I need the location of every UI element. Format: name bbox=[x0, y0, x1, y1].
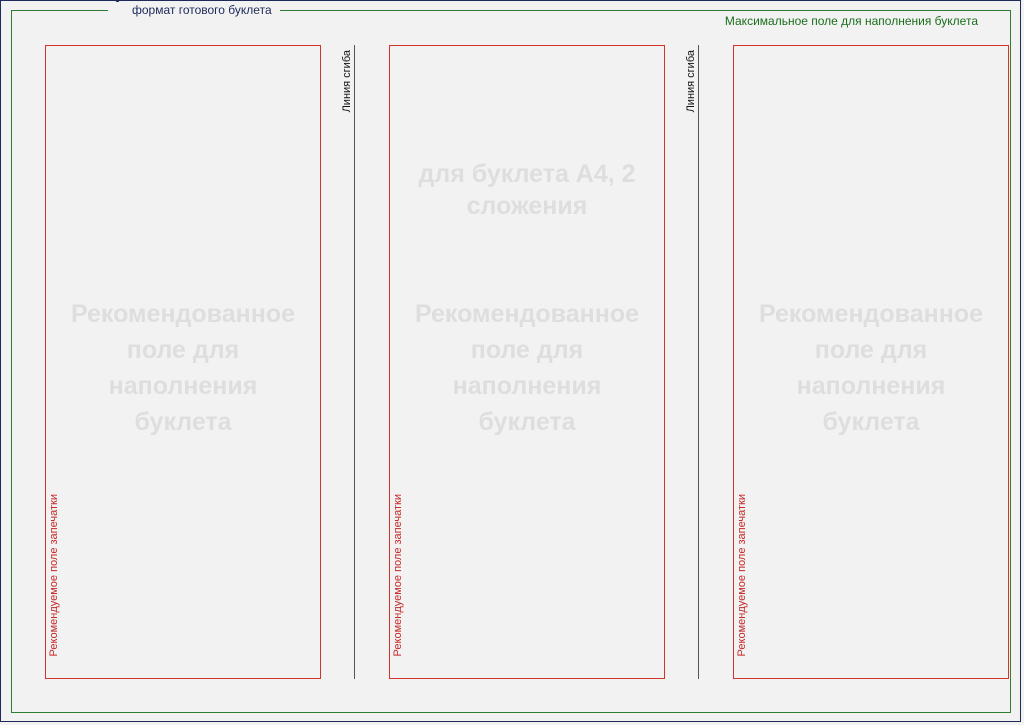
panel-watermark: Рекомендованное поле для наполнения букл… bbox=[758, 300, 984, 436]
panel-center: для буклета А4, 2 сложения Рекомендованн… bbox=[389, 45, 665, 679]
fold-line-label: Линия сгиба bbox=[341, 50, 353, 113]
print-area-label: Рекомендуемое поле запечатки bbox=[736, 493, 748, 656]
panel-right: Рекомендованное поле для наполнения букл… bbox=[733, 45, 1009, 679]
fold-line-left bbox=[354, 45, 355, 679]
max-fill-area-label: Максимальное поле для наполнения буклета bbox=[724, 14, 978, 28]
fold-line-label: Линия сгиба bbox=[685, 50, 697, 113]
fold-line-right bbox=[698, 45, 699, 679]
print-area-label: Рекомендуемое поле запечатки bbox=[48, 493, 60, 656]
print-area-label: Рекомендуемое поле запечатки bbox=[392, 493, 404, 656]
format-label: формат готового буклета bbox=[108, 2, 280, 18]
panel-left: Рекомендованное поле для наполнения букл… bbox=[45, 45, 321, 679]
panel-watermark: Рекомендованное поле для наполнения букл… bbox=[414, 300, 640, 436]
booklet-format-watermark: для буклета А4, 2 сложения bbox=[418, 160, 636, 220]
panel-watermark: Рекомендованное поле для наполнения букл… bbox=[70, 300, 296, 436]
